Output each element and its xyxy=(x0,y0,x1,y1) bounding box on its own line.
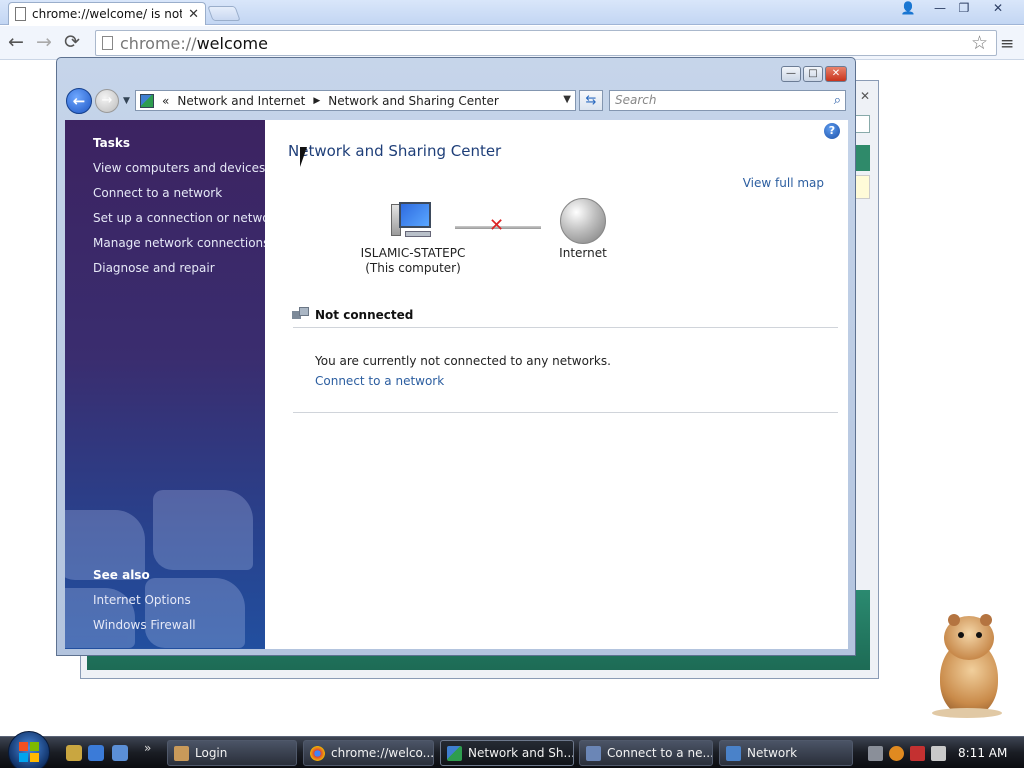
quick-launch-more-icon[interactable]: » xyxy=(144,741,151,755)
taskbar-item-label: Connect to a ne... xyxy=(607,746,713,760)
main-content: ? Network and Sharing Center View full m… xyxy=(265,120,848,649)
address-dropdown-icon[interactable]: ▼ xyxy=(563,94,571,105)
close-icon[interactable]: ✕ xyxy=(188,7,199,22)
page-icon xyxy=(102,36,113,50)
url-scheme: chrome:// xyxy=(120,33,197,53)
close-icon[interactable]: ✕ xyxy=(860,89,870,103)
windows-logo-icon xyxy=(19,742,39,762)
computer-subtitle: (This computer) xyxy=(365,261,461,275)
login-app-icon xyxy=(174,745,189,761)
minimize-button[interactable]: — xyxy=(781,66,801,82)
page-title: Network and Sharing Center xyxy=(288,142,502,160)
maximize-button[interactable]: □ xyxy=(803,66,823,82)
see-also-heading: See also xyxy=(93,568,150,582)
breadcrumb-chevron[interactable]: « xyxy=(162,94,169,108)
taskbar: » Login chrome://welco... Network and Sh… xyxy=(0,731,1024,768)
chrome-icon xyxy=(310,745,325,761)
chrome-toolbar: ← → ⟳ chrome://welcome ☆ ≡ xyxy=(0,26,1024,60)
help-icon[interactable]: ? xyxy=(824,123,840,139)
computer-icon[interactable] xyxy=(391,200,433,240)
search-placeholder: Search xyxy=(615,93,657,107)
start-button[interactable] xyxy=(8,731,50,768)
task-view-computers[interactable]: View computers and devices xyxy=(93,161,265,175)
network-status-icon xyxy=(292,307,310,323)
internet-globe-icon[interactable] xyxy=(560,198,606,244)
refresh-button[interactable]: ⇆ xyxy=(579,90,603,111)
disconnected-x-icon[interactable]: ✕ xyxy=(489,216,504,236)
volume-muted-icon[interactable] xyxy=(931,745,946,761)
system-tray: 8:11 AM xyxy=(868,741,1020,765)
tasks-sidebar: Tasks View computers and devices Connect… xyxy=(65,120,265,649)
tasks-heading: Tasks xyxy=(93,136,131,150)
reload-icon[interactable]: ⟳ xyxy=(64,30,80,54)
connect-to-network-link[interactable]: Connect to a network xyxy=(315,374,444,388)
url-host: welcome xyxy=(196,33,268,53)
task-diagnose-repair[interactable]: Diagnose and repair xyxy=(93,261,215,275)
see-also-windows-firewall[interactable]: Windows Firewall xyxy=(93,618,196,632)
restore-button[interactable]: ❐ xyxy=(950,0,978,18)
taskbar-item-label: chrome://welco... xyxy=(331,746,434,760)
search-input[interactable]: Search ⌕ xyxy=(609,90,846,111)
omnibox[interactable]: chrome://welcome ☆ xyxy=(95,30,997,56)
taskbar-item-label: Login xyxy=(195,746,228,760)
divider xyxy=(293,327,838,328)
forward-button[interactable]: → xyxy=(95,89,119,113)
see-also-internet-options[interactable]: Internet Options xyxy=(93,593,191,607)
quick-launch-icon[interactable] xyxy=(88,745,104,761)
taskbar-item-network[interactable]: Network xyxy=(719,740,853,766)
status-title: Not connected xyxy=(315,308,414,322)
network-sharing-icon xyxy=(447,745,462,761)
taskbar-item-login[interactable]: Login xyxy=(167,740,297,766)
connect-network-icon xyxy=(586,745,601,761)
user-icon[interactable]: 👤 xyxy=(894,0,922,18)
breadcrumb-separator[interactable]: ▶ xyxy=(313,96,320,106)
tray-app-icon[interactable] xyxy=(868,745,883,761)
address-bar[interactable]: « Network and Internet ▶ Network and Sha… xyxy=(135,90,576,111)
breadcrumb-network-sharing-center[interactable]: Network and Sharing Center xyxy=(328,94,499,108)
network-disconnected-icon[interactable] xyxy=(910,745,925,761)
chrome-titlebar: chrome://welcome/ is not ✕ 👤 — ❐ ✕ xyxy=(0,0,1024,25)
network-sharing-center-window: — □ ✕ ← → ▼ « Network and Internet ▶ Net… xyxy=(56,57,856,656)
recent-pages-dropdown[interactable]: ▼ xyxy=(123,96,130,106)
chrome-menu-icon[interactable]: ≡ xyxy=(1000,34,1014,54)
divider xyxy=(293,412,838,413)
quick-launch-icon[interactable] xyxy=(66,745,82,761)
status-message: You are currently not connected to any n… xyxy=(315,354,611,368)
taskbar-item-chrome[interactable]: chrome://welco... xyxy=(303,740,434,766)
back-arrow-icon[interactable]: ← xyxy=(8,30,24,54)
show-desktop-icon[interactable] xyxy=(112,745,128,761)
tray-search-icon[interactable] xyxy=(889,745,904,761)
search-icon[interactable]: ⌕ xyxy=(834,91,841,110)
taskbar-item-connect-network[interactable]: Connect to a ne... xyxy=(579,740,713,766)
new-tab-button[interactable] xyxy=(207,6,241,21)
internet-label: Internet xyxy=(559,246,607,260)
taskbar-item-network-sharing[interactable]: Network and Sh... xyxy=(440,740,574,766)
view-full-map-link[interactable]: View full map xyxy=(743,176,824,190)
page-icon xyxy=(15,7,26,21)
close-button[interactable]: ✕ xyxy=(825,66,847,82)
mouse-cursor-icon xyxy=(300,147,307,167)
task-setup-connection[interactable]: Set up a connection or network xyxy=(93,211,265,225)
task-connect-network[interactable]: Connect to a network xyxy=(93,186,222,200)
network-icon xyxy=(726,745,741,761)
taskbar-item-label: Network and Sh... xyxy=(468,746,574,760)
chrome-tab-welcome[interactable]: chrome://welcome/ is not ✕ xyxy=(8,2,206,25)
clock[interactable]: 8:11 AM xyxy=(958,746,1007,760)
chrome-tab-title: chrome://welcome/ is not xyxy=(32,7,183,21)
task-manage-connections[interactable]: Manage network connections xyxy=(93,236,265,250)
bookmark-star-icon[interactable]: ☆ xyxy=(971,32,988,54)
back-button[interactable]: ← xyxy=(66,88,92,114)
chrome-close-button[interactable]: ✕ xyxy=(984,0,1012,18)
forward-arrow-icon[interactable]: → xyxy=(36,30,52,54)
computer-name: ISLAMIC-STATEPC xyxy=(360,246,466,260)
taskbar-item-label: Network xyxy=(747,746,798,760)
control-panel-icon xyxy=(140,93,154,108)
computer-label: ISLAMIC-STATEPC (This computer) xyxy=(353,246,473,276)
breadcrumb-network-internet[interactable]: Network and Internet xyxy=(177,94,305,108)
hamster-mascot[interactable] xyxy=(926,612,1010,720)
